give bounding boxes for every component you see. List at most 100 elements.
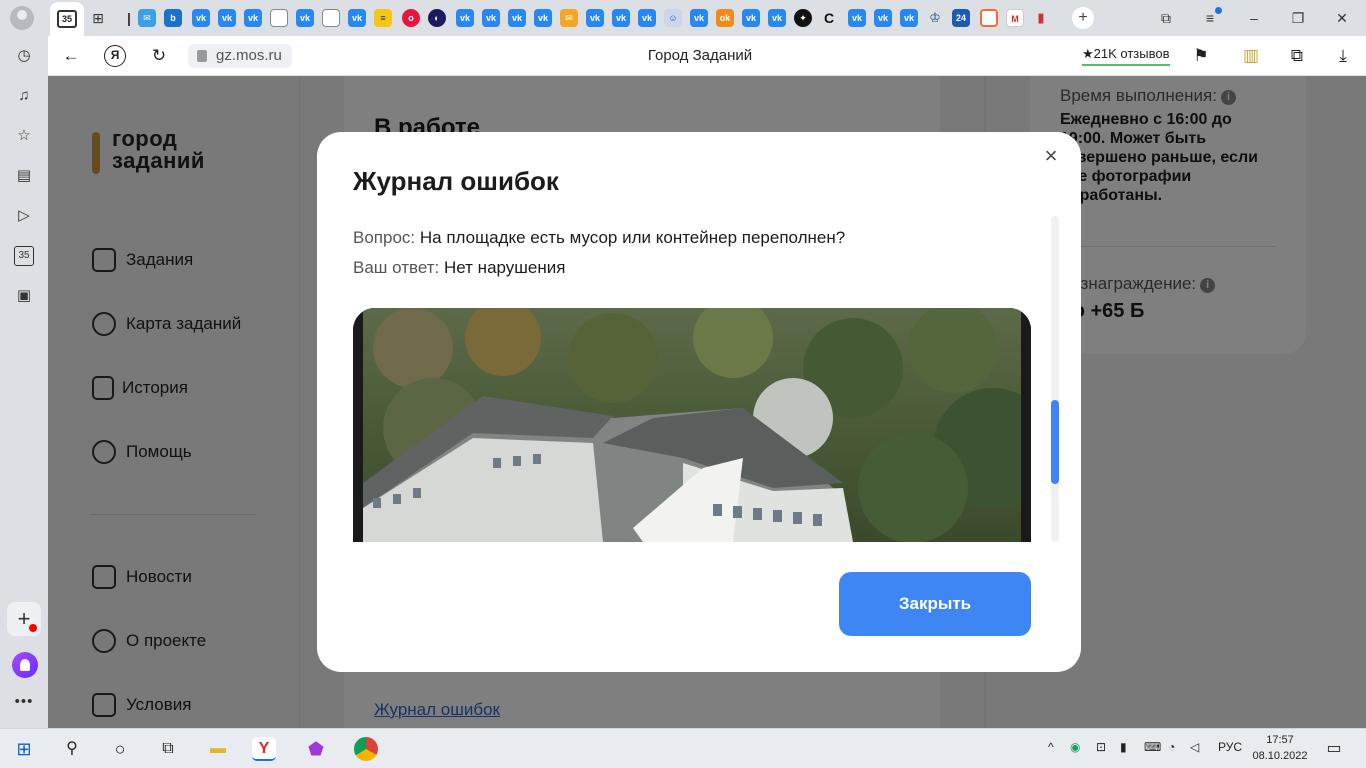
favorites-star-icon[interactable]: ☆: [14, 126, 34, 146]
address-bar: ← Я ↻ gz.mos.ru Город Заданий ★21K отзыв…: [48, 36, 1366, 76]
chrome-icon[interactable]: [354, 737, 378, 761]
vk-tab-icon[interactable]: vk: [456, 9, 474, 27]
show-hidden-icons-icon[interactable]: ^: [1048, 740, 1054, 754]
document-tab-icon[interactable]: [270, 9, 288, 27]
keyboard-icon[interactable]: ⌨: [1144, 740, 1161, 754]
opera-tab-icon[interactable]: o: [402, 9, 420, 27]
star-tab-icon[interactable]: ✦: [794, 9, 812, 27]
vk-tab-icon[interactable]: vk: [768, 9, 786, 27]
vk-tab-icon[interactable]: vk: [874, 9, 892, 27]
download-icon[interactable]: ⤓: [1332, 45, 1354, 67]
odnoklassniki-tab-icon[interactable]: ok: [716, 9, 734, 27]
vk-tab-icon[interactable]: vk: [534, 9, 552, 27]
collections-icon[interactable]: ▤: [14, 166, 34, 186]
vk-tab-icon[interactable]: vk: [244, 9, 262, 27]
question-text: На площадке есть мусор или контейнер пер…: [419, 228, 846, 247]
vk-tab-icon[interactable]: vk: [192, 9, 210, 27]
modal-scroll-track[interactable]: [1051, 216, 1059, 542]
notes-tab-icon[interactable]: ≡: [374, 9, 392, 27]
cortana-icon[interactable]: ○: [108, 737, 132, 761]
notification-dot: [29, 624, 37, 632]
notification-center-icon[interactable]: ▭: [1322, 737, 1346, 761]
tray-device-icon[interactable]: ⊡: [1096, 740, 1106, 754]
new-tab-button[interactable]: +: [1072, 7, 1094, 29]
restore-icon[interactable]: ❐: [1288, 8, 1308, 28]
question-line: Вопрос: На площадке есть мусор или конте…: [353, 228, 845, 248]
document-tab-icon[interactable]: [322, 9, 340, 27]
vk-tab-icon[interactable]: vk: [296, 9, 314, 27]
vk-tab-icon[interactable]: vk: [742, 9, 760, 27]
alice-assistant-icon[interactable]: [12, 652, 38, 678]
app-gem-icon[interactable]: ⬟: [304, 737, 328, 761]
language-indicator[interactable]: РУС: [1218, 740, 1242, 754]
answer-label: Ваш ответ:: [353, 258, 440, 277]
browser-tab-bar: 35 ⊞ | ✉ b vk vk vk vk vk ≡ o ◐ vk vk vk…: [0, 0, 1366, 36]
menu-icon[interactable]: ≡: [1200, 7, 1222, 28]
reader-mode-icon[interactable]: ⧉: [1286, 45, 1308, 67]
crescent-tab-icon[interactable]: C: [820, 9, 838, 27]
close-modal-button[interactable]: Закрыть: [839, 572, 1031, 636]
gmail-tab-icon[interactable]: M: [1006, 9, 1024, 27]
mail-tab-icon[interactable]: ✉: [560, 9, 578, 27]
error-log-modal: × Журнал ошибок Вопрос: На площадке есть…: [317, 132, 1081, 672]
task-view-icon[interactable]: ⧉: [156, 737, 180, 761]
clock-time: 17:57: [1266, 734, 1294, 746]
vk-tab-icon[interactable]: vk: [482, 9, 500, 27]
vk-tab-icon[interactable]: vk: [690, 9, 708, 27]
tray-app-icon[interactable]: ◉: [1070, 740, 1080, 754]
vk-tab-icon[interactable]: vk: [348, 9, 366, 27]
loading-tab-icon[interactable]: ◐: [428, 9, 446, 27]
browser-sidebar: ◷ ♫ ☆ ▤ ▷ 35 ▣ + •••: [0, 36, 48, 728]
frame-tab-icon[interactable]: [980, 9, 998, 27]
minimize-icon[interactable]: –: [1244, 8, 1264, 28]
modal-title: Журнал ошибок: [353, 166, 559, 196]
tab-counter-icon: 35: [57, 10, 77, 28]
answer-line: Ваш ответ: Нет нарушения: [353, 258, 565, 278]
divider-icon: |: [127, 10, 131, 26]
new-tab-folder-icon[interactable]: ⊞: [88, 8, 108, 28]
question-label: Вопрос:: [353, 228, 416, 247]
profile-icon[interactable]: [10, 6, 34, 30]
notifications-icon[interactable]: ♫: [14, 86, 34, 106]
bing-tab-icon[interactable]: b: [164, 9, 182, 27]
windows-start-icon[interactable]: ⊞: [12, 737, 36, 761]
yandex-browser-taskbar-icon[interactable]: Y: [252, 737, 276, 761]
messenger-tab-icon[interactable]: ✉: [138, 9, 156, 27]
task-photo[interactable]: [353, 308, 1031, 542]
volume-icon[interactable]: ◁: [1190, 740, 1199, 754]
search-icon[interactable]: ⚲: [60, 737, 84, 761]
microphone-icon[interactable]: ▮: [1120, 740, 1127, 754]
close-icon[interactable]: ×: [1039, 144, 1063, 168]
aerial-building-photo: [353, 308, 1031, 542]
history-icon[interactable]: ◷: [14, 46, 34, 66]
bottle-tab-icon[interactable]: ▮: [1032, 9, 1050, 27]
add-sidebar-panel-button[interactable]: +: [7, 602, 41, 636]
vk-tab-icon[interactable]: vk: [218, 9, 236, 27]
screenshot-icon[interactable]: ▣: [14, 286, 34, 306]
extension-icon[interactable]: ▥: [1240, 45, 1262, 67]
windows-taskbar: ⊞ ⚲ ○ ⧉ ▬ Y ⬟ ^ ◉ ⊡ ▮ ⌨ ◔ ◁ РУС 17:57 08…: [0, 728, 1366, 768]
vk-tab-icon[interactable]: vk: [612, 9, 630, 27]
reviews-badge[interactable]: ★21K отзывов: [1082, 46, 1170, 66]
vk-tab-icon[interactable]: vk: [586, 9, 604, 27]
tab-counter-icon[interactable]: 35: [14, 246, 34, 266]
vk-tab-icon[interactable]: vk: [508, 9, 526, 27]
collections-icon[interactable]: ⧉: [1156, 8, 1176, 28]
more-icon[interactable]: •••: [14, 692, 34, 712]
bookmark-icon[interactable]: ⚑: [1190, 45, 1212, 67]
video-play-icon[interactable]: ▷: [14, 206, 34, 226]
clock[interactable]: 17:57 08.10.2022: [1250, 732, 1310, 764]
clock-date: 08.10.2022: [1252, 750, 1308, 762]
vk-tab-icon[interactable]: vk: [900, 9, 918, 27]
channel-24-tab-icon[interactable]: 24: [952, 9, 970, 27]
game-tab-icon[interactable]: ☺: [664, 9, 682, 27]
close-window-icon[interactable]: ✕: [1332, 8, 1352, 28]
emblem-tab-icon[interactable]: ♔: [926, 9, 944, 27]
modal-scroll-thumb[interactable]: [1051, 400, 1059, 484]
file-explorer-icon[interactable]: ▬: [206, 737, 230, 761]
vk-tab-icon[interactable]: vk: [848, 9, 866, 27]
active-tab[interactable]: 35: [50, 2, 84, 36]
wifi-icon[interactable]: ◔: [1168, 740, 1175, 754]
answer-text: Нет нарушения: [444, 258, 566, 277]
vk-tab-icon[interactable]: vk: [638, 9, 656, 27]
